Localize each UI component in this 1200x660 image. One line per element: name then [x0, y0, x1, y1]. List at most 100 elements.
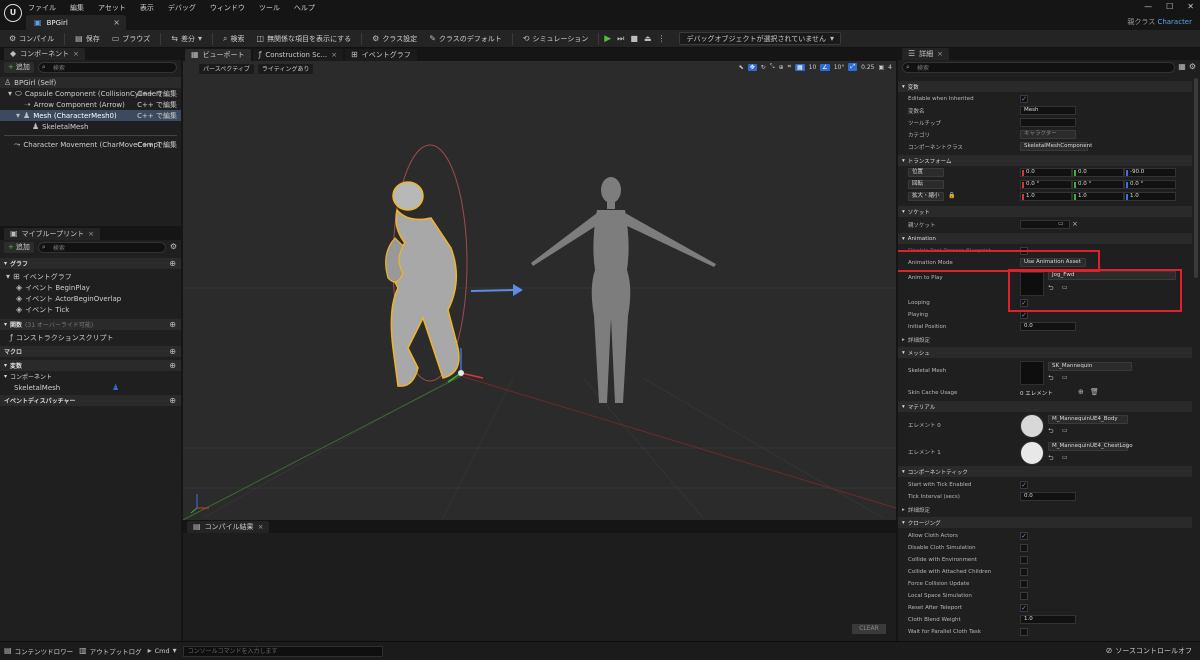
- output-log-button[interactable]: ▥ アウトプットログ: [79, 646, 142, 657]
- variable-name-field[interactable]: Mesh: [1020, 106, 1076, 115]
- class-settings-button[interactable]: ⚙ クラス設定: [367, 31, 422, 47]
- use-selected-icon[interactable]: ⮌: [1048, 375, 1054, 382]
- content-drawer-button[interactable]: ▤ コンテンツドロワー: [4, 646, 73, 657]
- clothing-checkbox[interactable]: ✓: [1020, 532, 1028, 540]
- location-x-field[interactable]: 0.0: [1020, 168, 1072, 177]
- clothing-checkbox[interactable]: [1020, 580, 1028, 588]
- menu-help[interactable]: ヘルプ: [294, 3, 315, 13]
- section-functions[interactable]: ▾ 関数 (31 オーバーライド可能) ⊕: [0, 319, 181, 330]
- clothing-checkbox[interactable]: [1020, 544, 1028, 552]
- step-icon[interactable]: ⏭: [617, 34, 624, 43]
- add-macro-icon[interactable]: ⊕: [169, 347, 176, 356]
- grid-view-icon[interactable]: ▦: [1178, 63, 1186, 71]
- clothing-checkbox[interactable]: [1020, 556, 1028, 564]
- rotation-y-field[interactable]: 0.0 °: [1072, 180, 1124, 189]
- rotation-dropdown[interactable]: 回転: [908, 180, 944, 189]
- clothing-checkbox[interactable]: [1020, 592, 1028, 600]
- find-button[interactable]: ⌕ 検索: [218, 31, 249, 47]
- details-scrollbar[interactable]: [1194, 78, 1198, 278]
- component-class-dropdown[interactable]: SkeletalMeshComponent: [1020, 142, 1092, 151]
- edit-in-cpp-link[interactable]: C++ で編集: [137, 89, 177, 99]
- category-clothing[interactable]: ▾ クロージング: [898, 517, 1192, 528]
- simulation-button[interactable]: ⟲ シミュレーション: [518, 31, 593, 47]
- tree-item-movement[interactable]: ⤳ Character Movement (CharMoveComp) C++ で編…: [0, 139, 181, 150]
- variable-item[interactable]: SkeletalMesh ♟: [0, 382, 181, 393]
- clear-button[interactable]: CLEAR: [852, 624, 886, 634]
- category-mesh[interactable]: ▾ メッシュ: [898, 347, 1192, 358]
- eject-icon[interactable]: ⏏: [644, 34, 652, 43]
- maximize-icon[interactable]: ☐: [1166, 2, 1173, 11]
- location-y-field[interactable]: 0.0: [1072, 168, 1124, 177]
- construction-script-item[interactable]: ƒ コンストラクションスクリプト: [0, 332, 181, 343]
- save-button[interactable]: ▤ 保存: [70, 31, 105, 47]
- close-icon[interactable]: ×: [258, 523, 264, 531]
- element0-dropdown[interactable]: M_MannequinUE4_Body: [1048, 415, 1128, 424]
- category-sockets[interactable]: ▾ ソケット: [898, 206, 1192, 217]
- tree-item-skeletalmesh[interactable]: ♟ SkeletalMesh: [0, 121, 181, 132]
- clothing-checkbox[interactable]: ✓: [1020, 604, 1028, 612]
- event-graph-item[interactable]: ▾ ⊞ イベントグラフ: [0, 271, 181, 282]
- initial-position-field[interactable]: 0.0: [1020, 322, 1076, 331]
- browse-button[interactable]: ▭ ブラウズ: [107, 31, 156, 47]
- gear-icon[interactable]: ⚙: [1189, 63, 1196, 71]
- tree-item-capsule[interactable]: ▾ ⬭ Capsule Component (CollisionCylinder) C…: [0, 88, 181, 99]
- components-search-input[interactable]: ⌕ 検索: [37, 61, 177, 73]
- folder-icon[interactable]: ▭: [1062, 428, 1068, 434]
- variables-components-subheader[interactable]: ▾ コンポーネント: [0, 371, 181, 382]
- class-defaults-button[interactable]: ✎ クラスのデフォルト: [424, 31, 507, 47]
- category-animation[interactable]: ▾ Animation: [898, 233, 1192, 244]
- category-variable[interactable]: ▾ 変数: [898, 81, 1192, 92]
- folder-icon[interactable]: ▭: [1062, 375, 1068, 381]
- scale-x-field[interactable]: 1.0: [1020, 192, 1072, 201]
- scale-y-field[interactable]: 1.0: [1072, 192, 1124, 201]
- cloth-blend-field[interactable]: 1.0: [1020, 615, 1076, 624]
- add-variable-icon[interactable]: ⊕: [169, 361, 176, 370]
- edit-in-cpp-link[interactable]: C++ で編集: [137, 111, 177, 121]
- category-component-tick[interactable]: ▾ コンポーネントティック: [898, 466, 1192, 477]
- tooltip-field[interactable]: [1020, 118, 1076, 127]
- close-icon[interactable]: ×: [937, 50, 943, 58]
- use-selected-icon[interactable]: ⮌: [1048, 455, 1054, 462]
- menu-window[interactable]: ウィンドウ: [210, 3, 245, 13]
- event-item[interactable]: ◈ イベント ActorBeginOverlap: [0, 293, 181, 304]
- section-variables[interactable]: ▾ 変数 ⊕: [0, 360, 181, 371]
- tick-interval-field[interactable]: 0.0: [1020, 492, 1076, 501]
- parent-class-link[interactable]: Character: [1157, 18, 1192, 26]
- clothing-checkbox[interactable]: [1020, 568, 1028, 576]
- menu-file[interactable]: ファイル: [28, 3, 56, 13]
- clear-icon[interactable]: ×: [1072, 221, 1078, 228]
- tree-item-arrow[interactable]: ➝ Arrow Component (Arrow) C++ で編集: [0, 99, 181, 110]
- menu-asset[interactable]: アセット: [98, 3, 126, 13]
- start-tick-checkbox[interactable]: ✓: [1020, 481, 1028, 489]
- wait-parallel-checkbox[interactable]: [1020, 628, 1028, 636]
- scale-z-field[interactable]: 1.0: [1124, 192, 1176, 201]
- use-selected-icon[interactable]: ⮌: [1048, 428, 1054, 435]
- category-dropdown[interactable]: キャラクター: [1020, 130, 1076, 139]
- add-function-icon[interactable]: ⊕: [169, 320, 176, 329]
- editable-inherited-checkbox[interactable]: ✓: [1020, 95, 1028, 103]
- location-z-field[interactable]: -90.0: [1124, 168, 1176, 177]
- compile-button[interactable]: ⚙ コンパイル: [4, 31, 59, 47]
- rotation-x-field[interactable]: 0.0 °: [1020, 180, 1072, 189]
- tree-item-mesh[interactable]: ▾ ♟ Mesh (CharacterMesh0) C++ で編集: [0, 110, 181, 121]
- advanced-toggle[interactable]: ▸ 詳細設定: [898, 504, 1192, 516]
- add-graph-icon[interactable]: ⊕: [169, 259, 176, 268]
- cmd-select[interactable]: ▸ Cmd ▾: [148, 647, 177, 656]
- source-control-button[interactable]: ⊘ ソースコントロールオフ: [1106, 646, 1192, 656]
- scale-dropdown[interactable]: 拡大・縮小: [908, 192, 944, 201]
- section-dispatchers[interactable]: イベントディスパッチャー ⊕: [0, 395, 181, 406]
- myblueprint-search-input[interactable]: ⌕ 検索: [37, 241, 166, 253]
- section-graphs[interactable]: ▾ グラフ ⊕: [0, 258, 181, 269]
- tab-compile-results[interactable]: ▤ コンパイル結果 ×: [187, 521, 270, 533]
- advanced-toggle[interactable]: ▸ 詳細設定: [898, 334, 1192, 346]
- console-command-input[interactable]: コンソールコマンドを入力します: [182, 645, 383, 657]
- close-window-icon[interactable]: ✕: [1187, 2, 1194, 11]
- category-transform[interactable]: ▾ トランスフォーム: [898, 155, 1192, 166]
- playing-checkbox[interactable]: ✓: [1020, 311, 1028, 319]
- section-macros[interactable]: マクロ ⊕: [0, 346, 181, 357]
- viewport-panel[interactable]: ▦ ビューポート ƒ Construction Sc... × ⊞ イベントグラフ パー…: [183, 48, 896, 520]
- folder-icon[interactable]: ▭: [1058, 221, 1064, 227]
- rotation-z-field[interactable]: 0.0 °: [1124, 180, 1176, 189]
- close-icon[interactable]: ×: [113, 18, 120, 27]
- gear-icon[interactable]: ⚙: [170, 243, 177, 251]
